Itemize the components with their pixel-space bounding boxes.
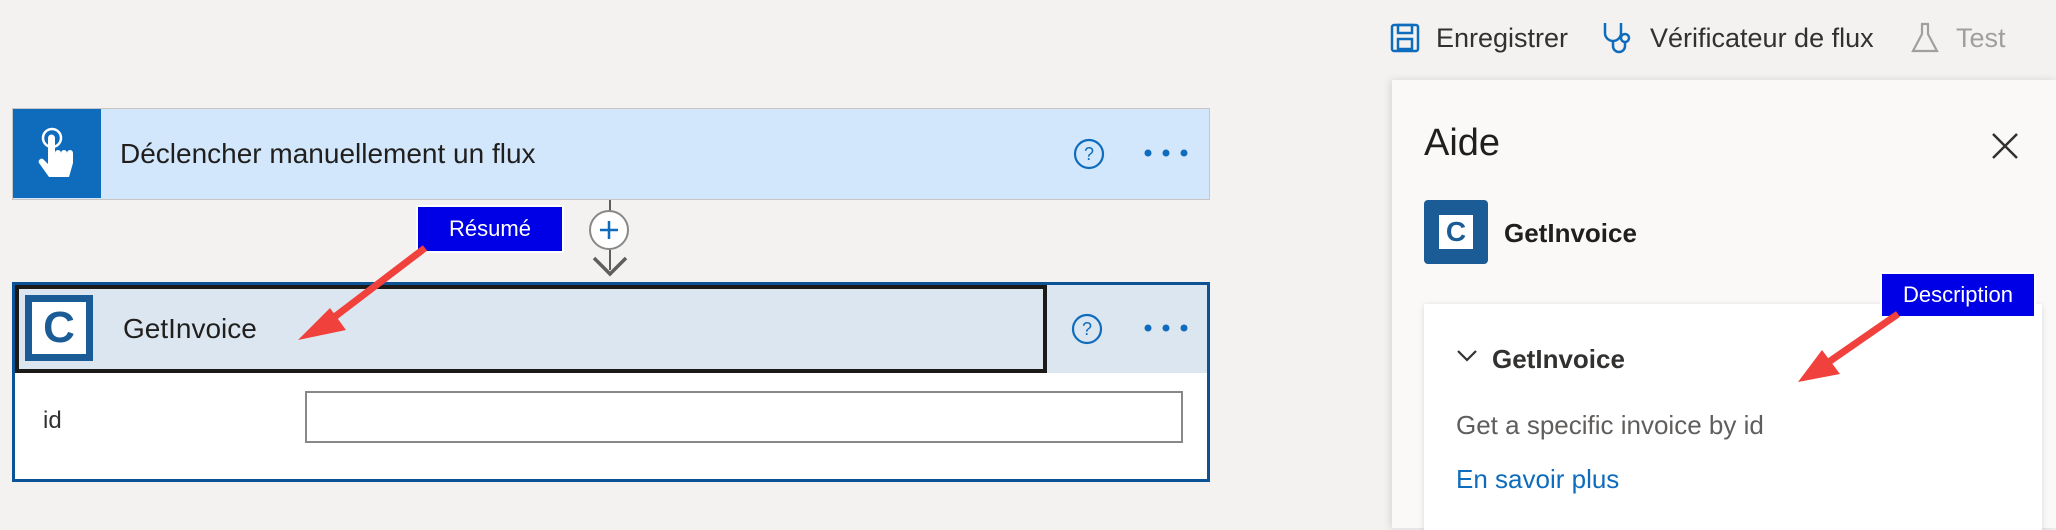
connector-logo: C [25,295,93,361]
flow-checker-button[interactable]: Vérificateur de flux [1600,14,1874,62]
action-card[interactable]: C GetInvoice ? id [12,282,1210,482]
trigger-card[interactable]: Déclencher manuellement un flux ? [12,108,1210,200]
help-operation-description: Get a specific invoice by id [1456,410,1764,440]
help-operation-name[interactable]: GetInvoice [1492,344,1625,375]
connector-logo-letter: C [43,303,75,352]
test-label: Test [1956,22,2006,53]
more-options-icon[interactable] [1143,322,1189,334]
save-icon [1390,23,1420,53]
more-options-icon[interactable] [1143,147,1189,159]
help-icon[interactable]: ? [1073,138,1105,170]
operation-help-card: GetInvoice Get a specific invoice by id … [1424,304,2042,530]
close-icon[interactable] [1987,128,2023,164]
id-field-input[interactable] [305,391,1183,443]
test-button[interactable]: Test [1910,14,2006,62]
save-button[interactable]: Enregistrer [1390,14,1568,62]
action-header[interactable]: C GetInvoice ? [15,285,1207,373]
help-connector-logo-letter: C [1445,216,1467,247]
help-connector-name: GetInvoice [1504,218,1637,248]
stethoscope-icon [1603,23,1631,54]
action-title: GetInvoice [123,313,257,344]
hand-touch-icon [13,109,101,198]
trigger-title: Déclencher manuellement un flux [120,138,536,169]
learn-more-link[interactable]: En savoir plus [1456,464,1619,495]
help-connector-logo: C [1424,200,1488,264]
description-arrow-icon [1798,311,1900,382]
help-panel-title: Aide [1424,122,1501,164]
command-bar: Enregistrer Vérificateur de flux Test [0,0,2056,76]
save-label: Enregistrer [1436,22,1569,53]
chevron-down-icon[interactable] [1456,348,1478,364]
summary-arrow-icon [298,245,428,340]
plus-icon [600,221,618,239]
svg-text:?: ? [1082,319,1092,339]
help-icon[interactable]: ? [1071,313,1103,345]
id-field-label: id [43,407,62,434]
flask-icon [1911,22,1939,53]
connector-arrow-icon [592,256,628,277]
flow-checker-label: Vérificateur de flux [1650,22,1874,53]
svg-text:?: ? [1084,144,1094,164]
insert-step-button[interactable] [589,210,629,250]
